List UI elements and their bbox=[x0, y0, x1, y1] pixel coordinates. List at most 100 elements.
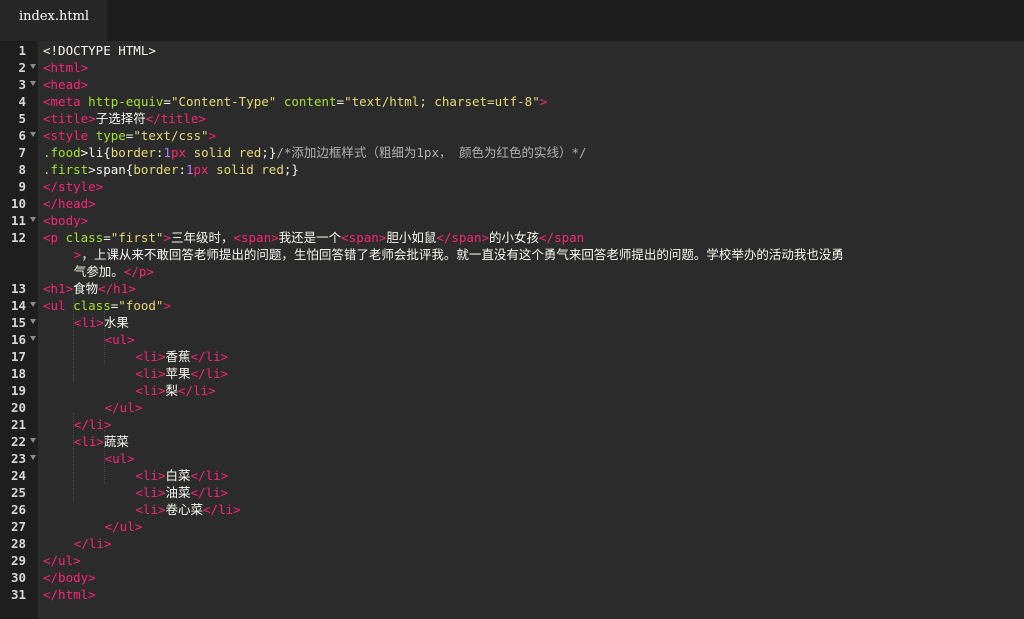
code-line[interactable]: 27 </ul> bbox=[0, 518, 1024, 535]
code-line[interactable]: 21 </li> bbox=[0, 416, 1024, 433]
line-number: 22 bbox=[10, 434, 26, 449]
code-line[interactable]: 15 <li>水果 bbox=[0, 314, 1024, 331]
code-token: http-equiv bbox=[88, 94, 164, 109]
fold-toggle-icon[interactable] bbox=[30, 438, 36, 443]
code-token: 油菜 bbox=[165, 485, 191, 500]
code-token: 梨 bbox=[165, 383, 179, 398]
code-token: = bbox=[103, 230, 111, 245]
code-line[interactable]: >，上课从来不敢回答老师提出的问题，生怕回答错了老师会批评我。就一直没有这个勇气… bbox=[0, 246, 1024, 263]
fold-toggle-icon[interactable] bbox=[30, 455, 36, 460]
code-token: class bbox=[73, 298, 111, 313]
code-token: 1 bbox=[186, 162, 194, 177]
line-number: 25 bbox=[10, 485, 26, 500]
code-line[interactable]: 1 <!DOCTYPE HTML> bbox=[0, 42, 1024, 59]
line-number: 3 bbox=[18, 77, 26, 92]
code-token: 苹果 bbox=[165, 366, 191, 381]
code-token: = bbox=[163, 94, 171, 109]
code-line[interactable]: 10 </head> bbox=[0, 195, 1024, 212]
code-line[interactable]: 14 <ul class="food"> bbox=[0, 297, 1024, 314]
line-number: 30 bbox=[10, 570, 26, 585]
code-token: "Content-Type" bbox=[170, 94, 277, 109]
code-text: <body> bbox=[43, 212, 88, 229]
code-line[interactable]: 11 <body> bbox=[0, 212, 1024, 229]
code-line[interactable]: 8 .first>span{border:1px solid red;} bbox=[0, 161, 1024, 178]
fold-toggle-icon[interactable] bbox=[30, 132, 36, 137]
tab-bar: index.html bbox=[0, 0, 1024, 41]
code-line[interactable]: 30 </body> bbox=[0, 569, 1024, 586]
code-line[interactable]: 25 <li>油菜</li> bbox=[0, 484, 1024, 501]
code-line[interactable]: 2 <html> bbox=[0, 59, 1024, 76]
fold-toggle-icon[interactable] bbox=[30, 319, 36, 324]
code-line[interactable]: 22 <li>蔬菜 bbox=[0, 433, 1024, 450]
code-line[interactable]: 6 <style type="text/css"> bbox=[0, 127, 1024, 144]
indent-guide bbox=[73, 413, 74, 501]
code-token: <li> bbox=[135, 468, 166, 483]
code-line[interactable]: 5 <title>子选择符</title> bbox=[0, 110, 1024, 127]
code-text: >，上课从来不敢回答老师提出的问题，生怕回答错了老师会批评我。就一直没有这个勇气… bbox=[74, 246, 844, 263]
code-line[interactable]: 23 <ul> bbox=[0, 450, 1024, 467]
line-number: 4 bbox=[18, 94, 26, 109]
code-line[interactable]: 17 <li>香蕉</li> bbox=[0, 348, 1024, 365]
code-token: type bbox=[95, 128, 126, 143]
line-number: 27 bbox=[10, 519, 26, 534]
code-token: 我还是一个 bbox=[278, 230, 342, 245]
code-token: .first bbox=[43, 162, 89, 177]
code-line[interactable]: 19 <li>梨</li> bbox=[0, 382, 1024, 399]
fold-toggle-icon[interactable] bbox=[30, 81, 36, 86]
code-token: <html> bbox=[43, 60, 89, 75]
code-line[interactable]: 气参加。</p> bbox=[0, 263, 1024, 280]
code-token: 气参加。 bbox=[73, 264, 124, 279]
code-text: .food>li{border:1px solid red;}/*添加边框样式（… bbox=[43, 144, 587, 161]
line-number: 19 bbox=[10, 383, 26, 398]
code-token: <ul> bbox=[104, 451, 135, 466]
code-token: <li> bbox=[135, 366, 166, 381]
code-token: px bbox=[193, 162, 209, 177]
code-line[interactable]: 13 <h1>食物</h1> bbox=[0, 280, 1024, 297]
line-number: 28 bbox=[10, 536, 26, 551]
code-line[interactable]: 20 </ul> bbox=[0, 399, 1024, 416]
code-line[interactable]: 3 <head> bbox=[0, 76, 1024, 93]
code-token: 胆小如鼠 bbox=[386, 230, 437, 245]
fold-toggle-icon[interactable] bbox=[30, 302, 36, 307]
code-token: 水果 bbox=[103, 315, 129, 330]
code-line[interactable]: 9 </style> bbox=[0, 178, 1024, 195]
code-text: </ul> bbox=[105, 518, 143, 535]
code-token: : bbox=[178, 162, 186, 177]
code-text: </head> bbox=[43, 195, 96, 212]
code-token: </span> bbox=[436, 230, 490, 245]
fold-toggle-icon[interactable] bbox=[30, 64, 36, 69]
code-token: </ul> bbox=[104, 400, 143, 415]
code-token: <ul bbox=[43, 298, 74, 313]
code-text: <li>梨</li> bbox=[135, 382, 215, 399]
code-token: <li> bbox=[135, 485, 166, 500]
code-line[interactable]: 12 <p class="first">三年级时，<span>我还是一个<span… bbox=[0, 229, 1024, 246]
tab-index-html[interactable]: index.html bbox=[0, 0, 107, 41]
code-line[interactable]: 7 .food>li{border:1px solid red;}/*添加边框样式… bbox=[0, 144, 1024, 161]
code-token: </li> bbox=[190, 366, 229, 381]
code-token: content bbox=[283, 94, 337, 109]
code-token: <p bbox=[43, 230, 66, 245]
code-line[interactable]: 31 </html> bbox=[0, 586, 1024, 603]
code-token: 1 bbox=[163, 145, 171, 160]
line-number: 5 bbox=[18, 111, 26, 126]
code-line[interactable]: 16 <ul> bbox=[0, 331, 1024, 348]
code-line[interactable]: 28 </li> bbox=[0, 535, 1024, 552]
code-token: > bbox=[163, 230, 171, 245]
code-line[interactable]: 26 <li>卷心菜</li> bbox=[0, 501, 1024, 518]
code-line[interactable]: 29 </ul> bbox=[0, 552, 1024, 569]
code-token: 的小女孩 bbox=[489, 230, 540, 245]
code-token: </title> bbox=[145, 111, 206, 126]
line-number: 31 bbox=[10, 587, 26, 602]
fold-toggle-icon[interactable] bbox=[30, 217, 36, 222]
line-number: 7 bbox=[18, 145, 26, 160]
fold-toggle-icon[interactable] bbox=[30, 336, 36, 341]
code-line[interactable]: 4 <meta http-equiv="Content-Type" content… bbox=[0, 93, 1024, 110]
code-token: </head> bbox=[43, 196, 96, 211]
code-line[interactable]: 18 <li>苹果</li> bbox=[0, 365, 1024, 382]
code-token: <!DOCTYPE HTML> bbox=[43, 43, 156, 58]
code-token: >li{ bbox=[80, 145, 111, 160]
code-text: <meta http-equiv="Content-Type" content=… bbox=[43, 93, 547, 110]
code-token: = bbox=[336, 94, 345, 109]
code-line[interactable]: 24 <li>白菜</li> bbox=[0, 467, 1024, 484]
